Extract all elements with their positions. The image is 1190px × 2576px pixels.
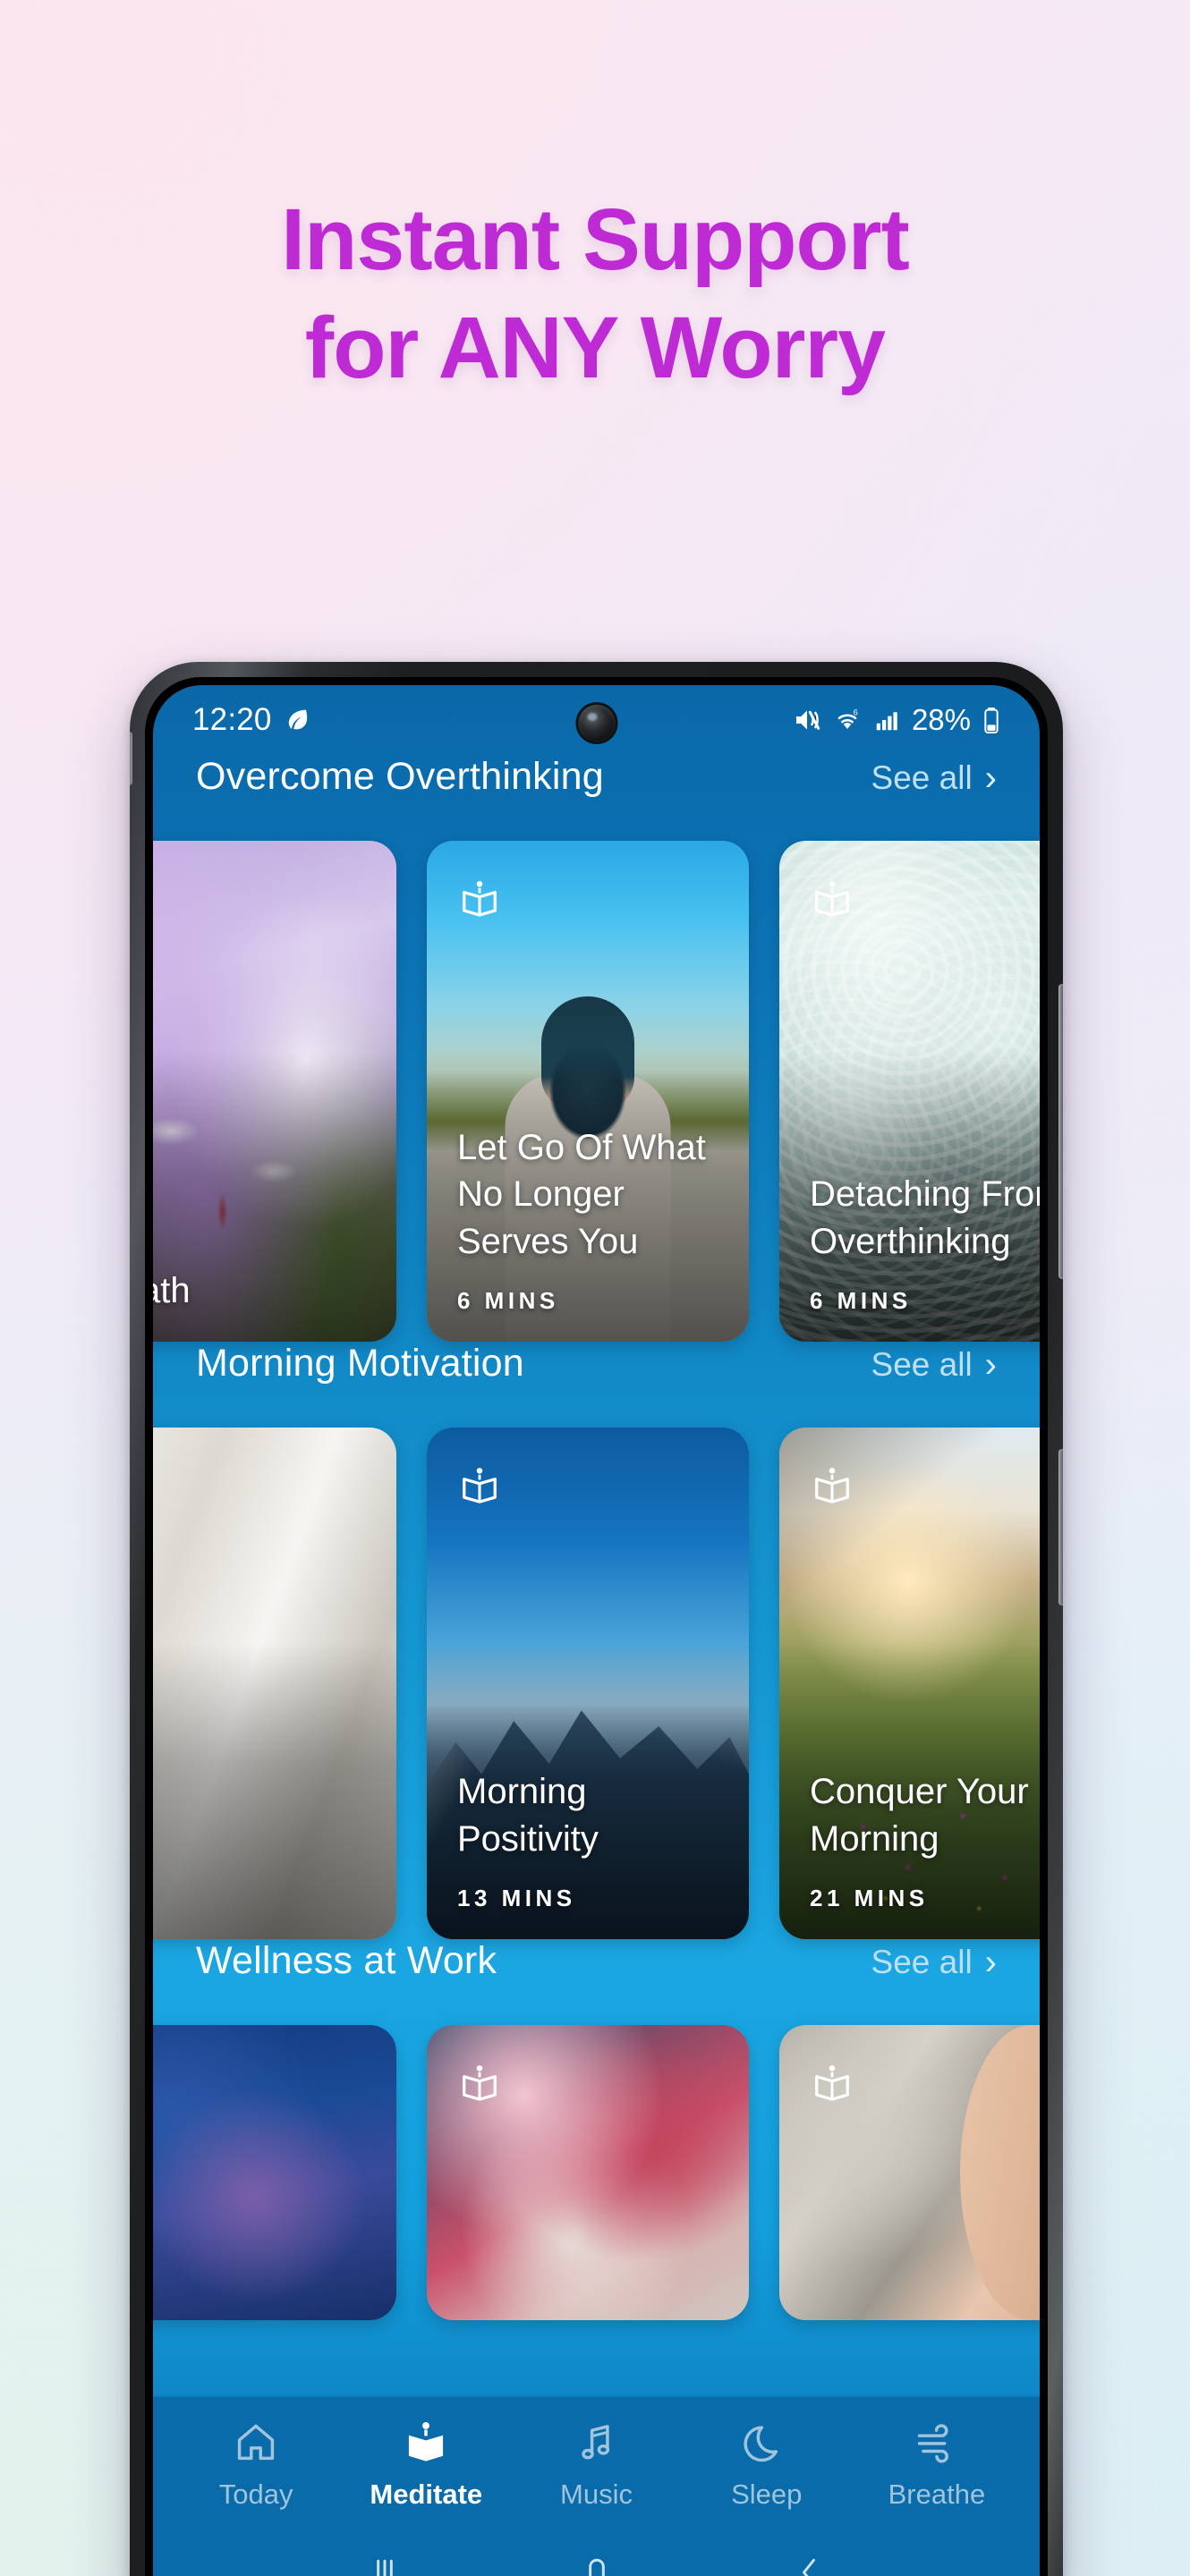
chevron-right-icon: › bbox=[984, 758, 997, 798]
front-camera bbox=[578, 705, 615, 741]
see-all-button-wellness-at-work[interactable]: See all › bbox=[871, 1944, 997, 1981]
nav-item-meditate[interactable]: Meditate bbox=[341, 2419, 511, 2511]
card-title: Conquer Your Morning bbox=[810, 1772, 1029, 1860]
battery-icon bbox=[982, 706, 1000, 734]
see-all-label: See all bbox=[871, 759, 973, 796]
home-pill-icon[interactable] bbox=[577, 2553, 616, 2576]
meditation-card[interactable] bbox=[153, 2025, 396, 2320]
book-icon bbox=[812, 2063, 853, 2104]
nav-item-breathe[interactable]: Breathe bbox=[852, 2419, 1022, 2511]
signal-bars-icon bbox=[873, 707, 900, 733]
chevron-right-icon: › bbox=[984, 1943, 997, 1982]
status-bar-right: 6 28% bbox=[793, 703, 1000, 737]
card-text: Morning Positivity 13 MINS bbox=[457, 1768, 726, 1912]
section-title: Wellness at Work bbox=[196, 1939, 497, 1982]
wifi-icon: 6 bbox=[833, 706, 862, 734]
card-scrim bbox=[153, 841, 396, 1342]
card-duration: 13 MINS bbox=[457, 1885, 576, 1911]
phone-bezel: 12:20 6 28% Overcome Overthinking See al… bbox=[145, 677, 1048, 2576]
meditation-card[interactable]: …ath bbox=[153, 841, 396, 1342]
book-icon bbox=[459, 1465, 500, 1506]
chevron-right-icon: › bbox=[984, 1345, 997, 1385]
card-row-morning-motivation[interactable]: Morning Positivity 13 MINS Conquer Your … bbox=[153, 1428, 1040, 1939]
status-time: 12:20 bbox=[192, 702, 272, 737]
nav-item-today[interactable]: Today bbox=[171, 2419, 341, 2511]
status-bar: 12:20 6 28% bbox=[153, 685, 1040, 755]
card-duration: 6 MINS bbox=[457, 1287, 559, 1314]
nav-label: Breathe bbox=[888, 2479, 986, 2510]
nav-label: Meditate bbox=[370, 2479, 483, 2510]
meditation-card[interactable]: Morning Positivity 13 MINS bbox=[427, 1428, 749, 1939]
home-icon bbox=[233, 2419, 279, 2466]
card-duration: 6 MINS bbox=[810, 1287, 912, 1314]
battery-percent: 28% bbox=[911, 703, 971, 736]
section-header-wellness-at-work: Wellness at Work See all › bbox=[153, 1939, 1040, 2025]
book-icon bbox=[812, 1465, 853, 1506]
section-header-overcome-overthinking: Overcome Overthinking See all › bbox=[153, 755, 1040, 841]
meditation-card[interactable]: Conquer Your Morning 21 MINS bbox=[779, 1428, 1040, 1939]
mute-icon bbox=[793, 706, 821, 734]
section-title: Overcome Overthinking bbox=[196, 755, 604, 798]
phone-power-button[interactable] bbox=[1058, 1449, 1063, 1606]
card-text: Detaching From Overthinking 6 MINS bbox=[810, 1171, 1040, 1315]
card-row-overcome-overthinking[interactable]: …ath bbox=[153, 841, 1040, 1342]
phone-left-button[interactable] bbox=[130, 732, 132, 785]
android-system-nav bbox=[153, 2533, 1040, 2576]
book-icon bbox=[459, 2063, 500, 2104]
book-icon bbox=[459, 878, 500, 919]
phone-mockup: 12:20 6 28% Overcome Overthinking See al… bbox=[130, 662, 1063, 2576]
nav-label: Sleep bbox=[731, 2479, 803, 2510]
card-text: Let Go Of What No Longer Serves You 6 MI… bbox=[457, 1124, 726, 1315]
card-title: Detaching From Overthinking bbox=[810, 1174, 1040, 1262]
back-chevron-icon[interactable] bbox=[789, 2553, 829, 2576]
meditation-card[interactable] bbox=[427, 2025, 749, 2320]
nav-item-music[interactable]: Music bbox=[511, 2419, 681, 2511]
meditation-card[interactable] bbox=[779, 2025, 1040, 2320]
see-all-button-morning-motivation[interactable]: See all › bbox=[871, 1346, 997, 1384]
svg-text:6: 6 bbox=[854, 708, 858, 717]
meditation-card[interactable]: Let Go Of What No Longer Serves You 6 MI… bbox=[427, 841, 749, 1342]
meditation-card[interactable]: Detaching From Overthinking 6 MINS bbox=[779, 841, 1040, 1342]
headline-line-2: for ANY Worry bbox=[304, 298, 886, 396]
card-text: …ath bbox=[153, 1267, 373, 1315]
card-row-wellness-at-work[interactable] bbox=[153, 2025, 1040, 2320]
bottom-navigation-bar: Today Meditate Music Sleep Breathe bbox=[153, 2397, 1040, 2533]
nav-label: Today bbox=[218, 2479, 293, 2510]
leaf-icon bbox=[284, 707, 310, 733]
see-all-label: See all bbox=[871, 1944, 973, 1980]
book-icon bbox=[403, 2419, 449, 2466]
phone-screen: 12:20 6 28% Overcome Overthinking See al… bbox=[153, 685, 1040, 2576]
nav-label: Music bbox=[560, 2479, 633, 2510]
phone-volume-button[interactable] bbox=[1058, 984, 1063, 1279]
card-title: …ath bbox=[153, 1271, 191, 1311]
card-image bbox=[153, 2025, 396, 2320]
section-title: Morning Motivation bbox=[196, 1342, 524, 1385]
card-text: Conquer Your Morning 21 MINS bbox=[810, 1768, 1040, 1912]
nav-item-sleep[interactable]: Sleep bbox=[682, 2419, 852, 2511]
card-title: Morning Positivity bbox=[457, 1772, 599, 1860]
section-header-morning-motivation: Morning Motivation See all › bbox=[153, 1342, 1040, 1428]
page-headline: Instant Support for ANY Worry bbox=[0, 191, 1190, 396]
wind-icon bbox=[914, 2419, 960, 2466]
card-duration: 21 MINS bbox=[810, 1885, 929, 1911]
app-content: Overcome Overthinking See all › …ath bbox=[153, 755, 1040, 2576]
card-scrim bbox=[153, 1428, 396, 1939]
see-all-button-overcome-overthinking[interactable]: See all › bbox=[871, 759, 997, 797]
book-icon bbox=[812, 878, 853, 919]
status-bar-left: 12:20 bbox=[192, 702, 310, 738]
recents-icon[interactable] bbox=[365, 2553, 404, 2576]
moon-icon bbox=[744, 2419, 790, 2466]
see-all-label: See all bbox=[871, 1346, 973, 1383]
card-title: Let Go Of What No Longer Serves You bbox=[457, 1127, 706, 1262]
headline-line-1: Instant Support bbox=[281, 191, 910, 288]
meditation-card[interactable] bbox=[153, 1428, 396, 1939]
music-note-icon bbox=[574, 2419, 620, 2466]
